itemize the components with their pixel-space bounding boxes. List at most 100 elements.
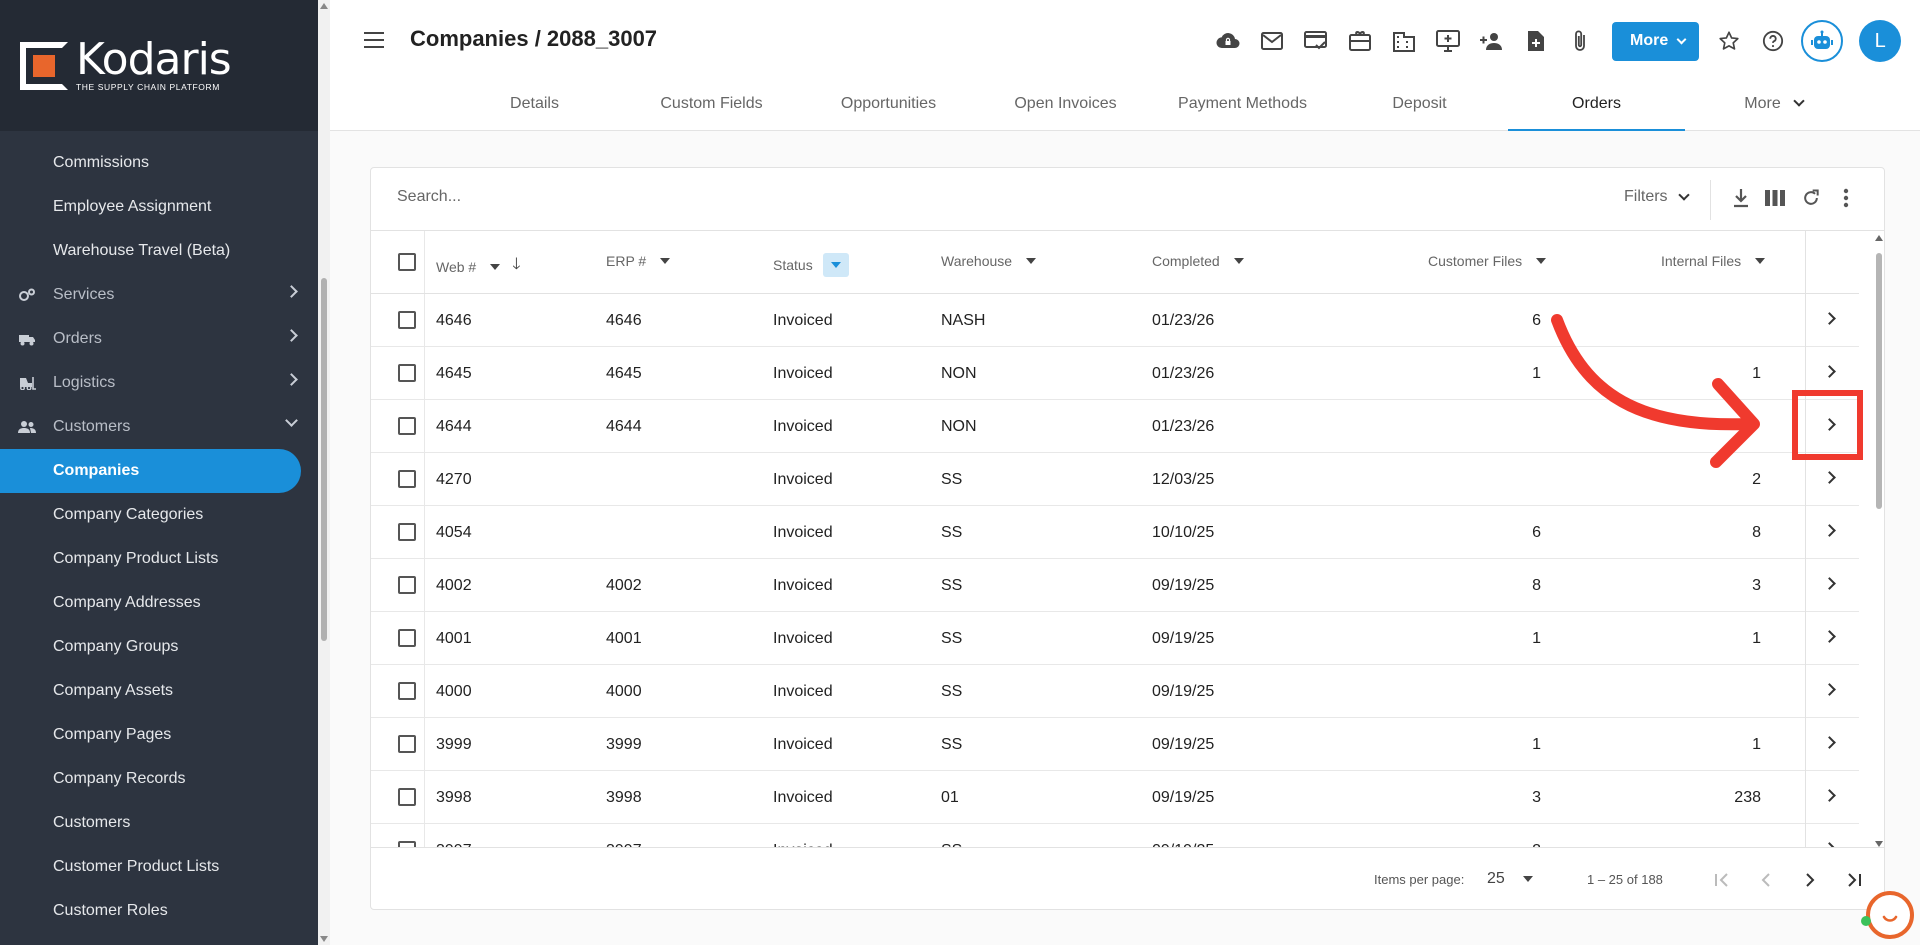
sidebar-item-logistics[interactable]: Logistics xyxy=(0,361,318,405)
tab-orders[interactable]: Orders xyxy=(1508,82,1685,131)
last-page-icon[interactable] xyxy=(1840,866,1868,894)
search-input[interactable] xyxy=(397,188,1297,206)
sidebar-scroll-thumb[interactable] xyxy=(321,278,327,641)
table-scrollbar[interactable] xyxy=(1873,231,1884,847)
help-icon[interactable] xyxy=(1751,21,1795,61)
table-row[interactable]: 39973997InvoicedSS09/19/252 xyxy=(371,824,1859,847)
caret-down-icon[interactable] xyxy=(1233,258,1244,264)
column-header-customer-files[interactable]: Customer Files xyxy=(1428,253,1547,269)
table-row[interactable]: 4646 4646 Invoiced NASH 01/23/26 6 xyxy=(371,294,1859,347)
row-open-chevron-icon[interactable] xyxy=(1823,524,1836,537)
more-vert-icon[interactable] xyxy=(1834,186,1858,210)
caret-down-icon[interactable] xyxy=(1755,258,1766,264)
row-open-chevron-icon[interactable] xyxy=(1823,630,1836,643)
sidebar-item-companies[interactable]: Companies xyxy=(0,449,301,493)
sidebar-scrollbar[interactable] xyxy=(318,0,330,945)
row-open-chevron-icon[interactable] xyxy=(1823,577,1836,590)
caret-down-icon[interactable] xyxy=(1536,258,1547,264)
filters-dropdown[interactable]: Filters xyxy=(1624,188,1690,206)
row-open-chevron-icon[interactable] xyxy=(1823,789,1836,802)
tab-deposit[interactable]: Deposit xyxy=(1331,82,1508,131)
refresh-icon[interactable] xyxy=(1799,186,1823,210)
caret-down-icon[interactable] xyxy=(660,258,671,264)
sort-desc-icon[interactable]: 🡓 xyxy=(512,253,520,280)
column-header-completed[interactable]: Completed xyxy=(1152,253,1244,269)
table-scroll-thumb[interactable] xyxy=(1876,253,1882,509)
sidebar-item-company-records[interactable]: Company Records xyxy=(0,757,318,801)
column-header-web[interactable]: Web # 🡓 xyxy=(436,253,521,280)
sidebar-item-company-groups[interactable]: Company Groups xyxy=(0,625,318,669)
caret-down-icon[interactable] xyxy=(1026,258,1037,264)
assistant-bot-icon[interactable] xyxy=(1801,20,1844,62)
table-row[interactable]: 4002 4002 Invoiced SS 09/19/25 8 3 xyxy=(371,559,1859,612)
sidebar-item-commissions[interactable]: Commissions xyxy=(0,141,318,185)
row-checkbox[interactable] xyxy=(398,682,416,700)
sidebar-item-customers[interactable]: Customers xyxy=(0,405,318,449)
sidebar-item-company-addresses[interactable]: Company Addresses xyxy=(0,581,318,625)
row-checkbox[interactable] xyxy=(398,788,416,806)
scroll-down-icon[interactable] xyxy=(320,936,328,942)
first-page-icon[interactable] xyxy=(1708,866,1736,894)
cloud-lock-icon[interactable] xyxy=(1206,21,1250,61)
items-per-page-select[interactable]: 25 xyxy=(1487,870,1533,888)
gift-card-icon[interactable] xyxy=(1338,21,1382,61)
tab-more[interactable]: More xyxy=(1685,82,1862,131)
row-checkbox[interactable] xyxy=(398,629,416,647)
tab-open-invoices[interactable]: Open Invoices xyxy=(977,82,1154,131)
row-open-chevron-icon[interactable] xyxy=(1823,312,1836,325)
table-row[interactable]: 4270 Invoiced SS 12/03/25 2 xyxy=(371,453,1859,506)
row-checkbox[interactable] xyxy=(398,576,416,594)
caret-down-icon[interactable] xyxy=(490,263,501,270)
logo[interactable]: Kodaris THE SUPPLY CHAIN PLATFORM xyxy=(0,0,318,131)
user-avatar[interactable]: L xyxy=(1859,20,1902,62)
tab-payment-methods[interactable]: Payment Methods xyxy=(1154,82,1331,131)
column-header-warehouse[interactable]: Warehouse xyxy=(941,253,1037,269)
row-checkbox[interactable] xyxy=(398,470,416,488)
row-checkbox[interactable] xyxy=(398,311,416,329)
column-header-internal-files[interactable]: Internal Files xyxy=(1661,253,1766,269)
card-check-icon[interactable] xyxy=(1294,21,1338,61)
sidebar-item-services[interactable]: Services xyxy=(0,273,318,317)
row-open-chevron-icon[interactable] xyxy=(1823,736,1836,749)
row-open-chevron-icon[interactable] xyxy=(1823,471,1836,484)
scroll-up-icon[interactable] xyxy=(320,3,328,9)
column-header-erp[interactable]: ERP # xyxy=(606,253,671,269)
table-row[interactable]: 4644 4644 Invoiced NON 01/23/26 xyxy=(371,400,1859,453)
paperclip-icon[interactable] xyxy=(1558,21,1602,61)
row-open-chevron-icon[interactable] xyxy=(1823,418,1836,431)
row-checkbox[interactable] xyxy=(398,735,416,753)
sidebar-item-warehouse-travel-beta[interactable]: Warehouse Travel (Beta) xyxy=(0,229,318,273)
sidebar-item-company-assets[interactable]: Company Assets xyxy=(0,669,318,713)
row-open-chevron-icon[interactable] xyxy=(1823,365,1836,378)
table-row[interactable]: 4645 4645 Invoiced NON 01/23/26 1 1 xyxy=(371,347,1859,400)
star-icon[interactable] xyxy=(1707,21,1751,61)
table-row[interactable]: 4001 4001 Invoiced SS 09/19/25 1 1 xyxy=(371,612,1859,665)
sidebar-item-customer-product-lists[interactable]: Customer Product Lists xyxy=(0,845,318,889)
file-add-icon[interactable] xyxy=(1514,21,1558,61)
chat-widget-icon[interactable] xyxy=(1866,891,1914,939)
sidebar-item-employee-assignment[interactable]: Employee Assignment xyxy=(0,185,318,229)
column-header-status[interactable]: Status xyxy=(773,253,849,277)
table-row[interactable]: 4000 4000 Invoiced SS 09/19/25 xyxy=(371,665,1859,718)
prev-page-icon[interactable] xyxy=(1752,866,1780,894)
row-checkbox[interactable] xyxy=(398,417,416,435)
select-all-checkbox[interactable] xyxy=(398,253,416,271)
table-row[interactable]: 3998 3998 Invoiced 01 09/19/25 3 238 xyxy=(371,771,1859,824)
scroll-up-icon[interactable] xyxy=(1875,235,1883,241)
row-open-chevron-icon[interactable] xyxy=(1823,683,1836,696)
sidebar-item-orders[interactable]: Orders xyxy=(0,317,318,361)
tab-details[interactable]: Details xyxy=(446,82,623,131)
next-page-icon[interactable] xyxy=(1796,866,1824,894)
tab-custom-fields[interactable]: Custom Fields xyxy=(623,82,800,131)
more-button[interactable]: More xyxy=(1612,21,1700,61)
sidebar-item-customers[interactable]: Customers xyxy=(0,801,318,845)
sidebar-item-company-product-lists[interactable]: Company Product Lists xyxy=(0,537,318,581)
row-checkbox[interactable] xyxy=(398,364,416,382)
sidebar-item-company-categories[interactable]: Company Categories xyxy=(0,493,318,537)
person-add-icon[interactable] xyxy=(1470,21,1514,61)
mail-icon[interactable] xyxy=(1250,21,1294,61)
tab-opportunities[interactable]: Opportunities xyxy=(800,82,977,131)
status-filter-active-icon[interactable] xyxy=(822,253,849,277)
building-icon[interactable] xyxy=(1382,21,1426,61)
row-checkbox[interactable] xyxy=(398,523,416,541)
